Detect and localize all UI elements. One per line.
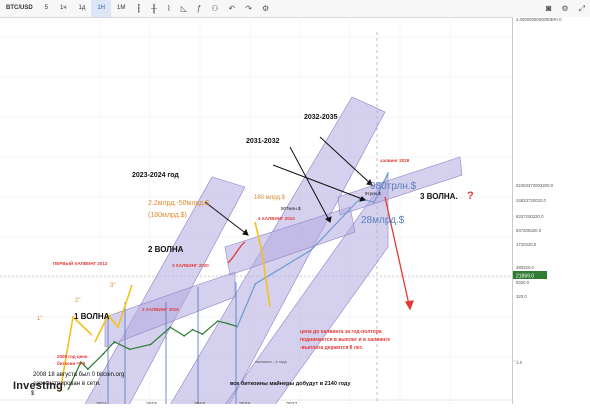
- investing-logo: Investing: [13, 380, 64, 392]
- forecast-point: [387, 172, 389, 175]
- redo-icon[interactable]: ↷: [240, 0, 257, 17]
- camera-icon[interactable]: ◙: [541, 0, 556, 17]
- label-forecast-9t: 9трлн.$: [365, 191, 381, 196]
- label-halving-small: халвинги - 4 года: [255, 359, 288, 364]
- chart-area[interactable]: 2032-2035 2031-2032 2023-2024 год халвин…: [0, 17, 512, 409]
- undo-icon[interactable]: ↶: [224, 0, 241, 17]
- compare-icon[interactable]: ⚇: [206, 0, 223, 17]
- price-point: [201, 333, 204, 335]
- indicators-icon[interactable]: ƒ: [192, 0, 206, 17]
- label-halving4: 4 ХАЛВИНГ 2024: [258, 216, 295, 221]
- label-halving-2028: халвинг 2028: [380, 158, 410, 163]
- forecast-point: [254, 282, 257, 285]
- label-wave1: 1 ВОЛНА: [74, 312, 110, 321]
- line-icon[interactable]: ⌇: [162, 0, 176, 17]
- price-point: [226, 322, 229, 325]
- label-note-2008-1: 2008 18 августа был 0 bitcoin.org: [33, 372, 124, 378]
- forecast-point: [373, 201, 375, 204]
- price-tick: 320.0: [516, 294, 527, 299]
- label-first-halving: ПЕРВЫЙ ХАЛВИНГ 2012: [53, 259, 108, 266]
- label-2quote: 2": [75, 298, 80, 304]
- label-3quote: 3": [110, 283, 115, 289]
- price-tick: 8337200320.0: [516, 214, 544, 219]
- interval-1m[interactable]: 1М: [111, 0, 131, 17]
- label-question: ?: [467, 190, 474, 202]
- price-point: [128, 348, 131, 351]
- symbol-selector[interactable]: BTC/USD: [0, 0, 39, 17]
- price-tick: 1720320.0: [516, 242, 537, 247]
- area-icon[interactable]: ◺: [176, 0, 192, 17]
- price-point: [183, 335, 186, 337]
- label-halving-note-2: поднимается в выплат и в халвинге: [300, 337, 390, 343]
- label-forecast-180b: 180 млрд.$: [254, 195, 286, 201]
- price-tick: 24833720032.0: [516, 198, 546, 203]
- candles-icon[interactable]: ┇: [131, 0, 146, 17]
- label-start-2008-1: 2008 год цена: [57, 354, 88, 359]
- label-forecast-507m: 507млн.$: [281, 206, 301, 211]
- gear-icon[interactable]: ⚙: [556, 0, 573, 17]
- interval-1w[interactable]: 1Н: [91, 0, 111, 17]
- label-wave2: 2 ВОЛНА: [148, 245, 184, 254]
- price-point: [169, 326, 172, 329]
- forecast-point: [236, 325, 239, 328]
- price-scale[interactable]: 2.0000000000000ER+0 02403372003200.0 248…: [512, 17, 590, 404]
- price-point: [149, 343, 152, 346]
- label-forecast-2-2: 2.2млрд.-50млрд.$: [148, 200, 209, 207]
- label-wave3: 3 ВОЛНА.: [420, 192, 458, 201]
- fullscreen-icon[interactable]: ⤢: [574, 0, 590, 17]
- current-price-label: 21869.0: [516, 274, 534, 280]
- bars-icon[interactable]: ╫: [146, 0, 162, 17]
- label-halving-note-1: цена до халвинга за год-полтора: [300, 329, 382, 335]
- label-mined-note: все биткоины майнеры добудут в 2140 году: [230, 380, 351, 387]
- label-forecast-180b-paren: (180млрд.$): [148, 212, 187, 219]
- label-halving-note-3: -выплата держится 8 лет.: [300, 345, 364, 351]
- price-tick: 02403372003200.0: [516, 183, 554, 188]
- settings-icon[interactable]: ⚙: [257, 0, 274, 17]
- interval-1d[interactable]: 1д: [72, 0, 91, 17]
- chart-svg: 2032-2035 2031-2032 2023-2024 год халвин…: [0, 17, 512, 409]
- price-point: [191, 328, 194, 331]
- label-start-2008-2: биткоин =0 $: [57, 360, 86, 366]
- price-tick: 8320.0: [516, 280, 530, 285]
- price-tick: 2.0000000000000ER+0: [516, 17, 562, 22]
- label-period-2031-2032: 2031-2032: [246, 138, 280, 145]
- price-point: [102, 353, 105, 355]
- label-period-2023-2024: 2023-2024 год: [132, 172, 179, 179]
- price-tick: 280320.0: [516, 265, 535, 270]
- price-point: [87, 368, 89, 370]
- label-period-2032-2035: 2032-2035: [304, 114, 338, 121]
- interval-5[interactable]: 5: [39, 0, 54, 17]
- price-point: [113, 340, 116, 343]
- label-1quote: 1": [37, 316, 42, 322]
- price-point: [216, 320, 219, 323]
- label-forecast-28b: 28млрд.$: [361, 215, 405, 226]
- label-halving2: 2 ХАЛВИНГ 2016: [142, 307, 179, 312]
- price-point: [67, 388, 70, 390]
- chart-toolbar: BTC/USD 5 1ч 1д 1Н 1М ┇ ╫ ⌇ ◺ ƒ ⚇ ↶ ↷ ⚙ …: [0, 0, 590, 18]
- price-scale-svg: 2.0000000000000ER+0 02403372003200.0 248…: [513, 17, 562, 365]
- interval-1h[interactable]: 1ч: [54, 0, 72, 17]
- price-tick: 837208320.0: [516, 228, 542, 233]
- forecast-point: [310, 249, 313, 251]
- label-halving3: 3 ХАЛВИНГ 2020: [172, 263, 209, 268]
